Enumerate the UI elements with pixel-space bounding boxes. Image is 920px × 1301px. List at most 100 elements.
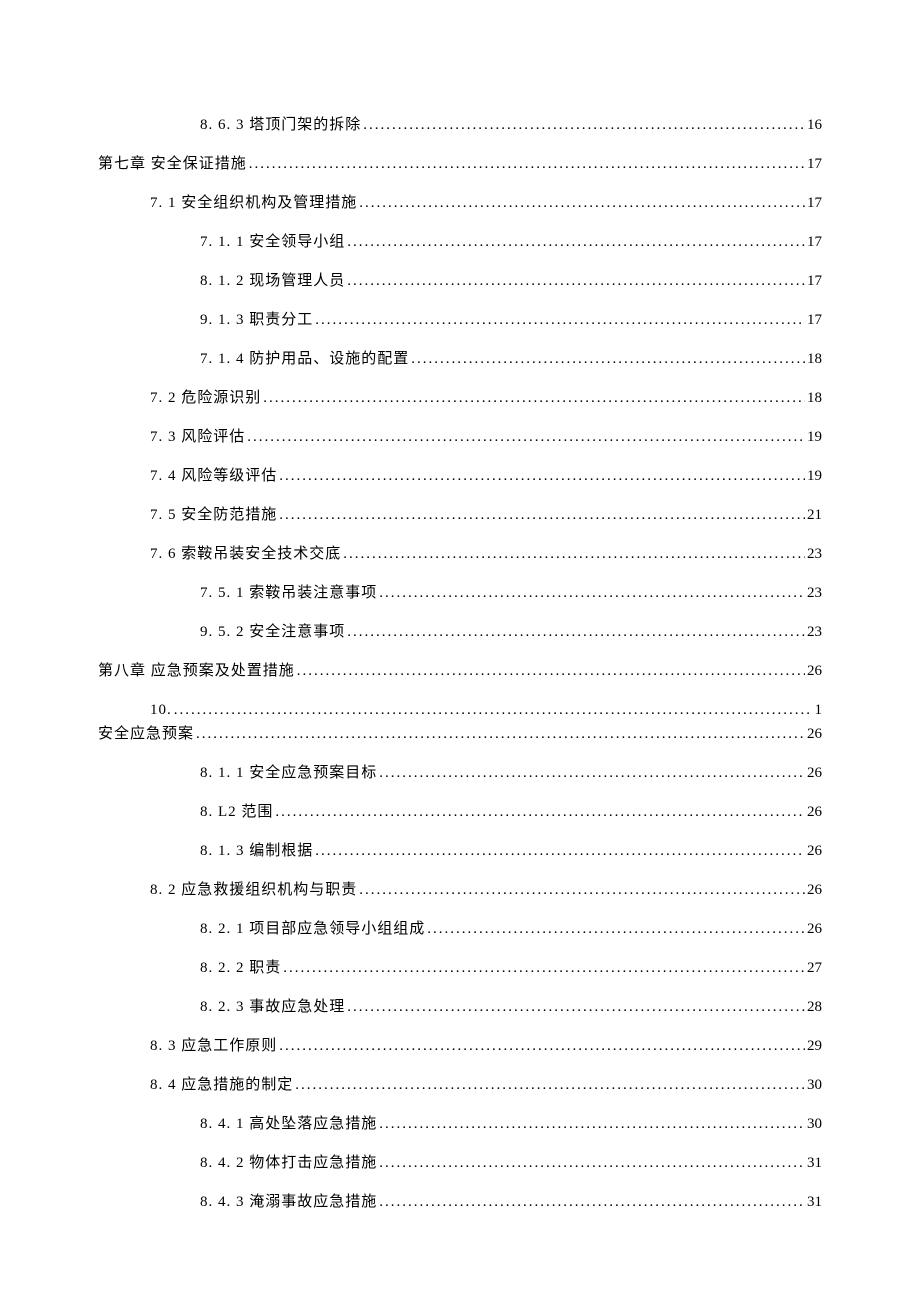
toc-leader	[347, 238, 805, 253]
toc-page-number: 18	[807, 388, 822, 409]
toc-label: 8. 2. 3 事故应急处理	[200, 997, 345, 1018]
toc-page-number: 26	[807, 763, 822, 784]
toc-page-number: 18	[807, 349, 822, 370]
toc-label: 8. 2. 1 项目部应急领导小组组成	[200, 919, 425, 940]
toc-leader	[347, 628, 805, 643]
toc-page-number: 31	[807, 1153, 822, 1174]
toc-page-number: 27	[807, 958, 822, 979]
toc-entry: 8. 3 应急工作原则 29	[98, 1036, 822, 1057]
toc-label: 7. 5. 1 索鞍吊装注意事项	[200, 583, 377, 604]
toc-label: 8. 3 应急工作原则	[150, 1036, 277, 1057]
toc-page-number: 29	[807, 1036, 822, 1057]
toc-entry: 8. 2. 3 事故应急处理 28	[98, 997, 822, 1018]
toc-leader	[379, 1120, 805, 1135]
toc-entry: 7. 1. 1 安全领导小组17	[98, 232, 822, 253]
toc-label: 9. 1. 3 职责分工	[200, 310, 313, 331]
toc-page-number: 17	[807, 271, 822, 292]
toc-label: 8. L2 范围	[200, 802, 273, 823]
toc-leader	[279, 1042, 805, 1057]
toc-entry: 7. 1. 4 防护用品、设施的配置 18	[98, 349, 822, 370]
toc-page-number: 17	[807, 193, 822, 214]
toc-entry: 7. 6 索鞍吊装安全技术交底 23	[98, 544, 822, 565]
toc-leader	[263, 394, 805, 409]
toc-label: 10.	[150, 700, 172, 721]
toc-label: 8. 1. 2 现场管理人员	[200, 271, 345, 292]
toc-entry: 8. 1. 2 现场管理人员 17	[98, 271, 822, 292]
toc-label: 7. 4 风险等级评估	[150, 466, 277, 487]
toc-page-number: 23	[807, 544, 822, 565]
toc-entry: 8. 4. 1 高处坠落应急措施30	[98, 1114, 822, 1135]
toc-label: 7. 1. 4 防护用品、设施的配置	[200, 349, 409, 370]
toc-label: 8. 1. 3 编制根据	[200, 841, 313, 862]
toc-entry: 第七章 安全保证措施17	[98, 154, 822, 175]
toc-entry: 第八章 应急预案及处置措施 26	[98, 661, 822, 682]
toc-leader	[343, 550, 805, 565]
toc-entry: 10.1	[98, 700, 822, 721]
toc-label: 7. 3 风险评估	[150, 427, 245, 448]
toc-entry: 安全应急预案 26	[98, 724, 822, 745]
toc-entry: 8. 1. 3 编制根据 26	[98, 841, 822, 862]
toc-entry: 8. 6. 3 塔顶门架的拆除 16	[98, 115, 822, 136]
toc-label: 7. 6 索鞍吊装安全技术交底	[150, 544, 341, 565]
toc-page-number: 26	[807, 880, 822, 901]
toc-leader	[295, 1081, 805, 1096]
toc-label: 8. 4. 3 淹溺事故应急措施	[200, 1192, 377, 1213]
toc-leader	[315, 847, 805, 862]
toc-label: 7. 5 安全防范措施	[150, 505, 277, 526]
toc-label: 8. 2. 2 职责	[200, 958, 281, 979]
toc-entry: 8. 4. 3 淹溺事故应急措施 31	[98, 1192, 822, 1213]
toc-leader	[379, 769, 805, 784]
toc-page: 8. 6. 3 塔顶门架的拆除 16 第七章 安全保证措施17 7. 1 安全组织机构…	[0, 0, 920, 1301]
toc-label: 8. 1. 1 安全应急预案目标	[200, 763, 377, 784]
toc-page-number: 17	[807, 232, 822, 253]
toc-page-number: 23	[807, 583, 822, 604]
toc-label: 第八章 应急预案及处置措施	[98, 661, 295, 682]
toc-page-number: 26	[807, 724, 822, 745]
toc-leader	[427, 925, 805, 940]
toc-label: 8. 4. 1 高处坠落应急措施	[200, 1114, 377, 1135]
toc-label: 7. 2 危险源识别	[150, 388, 261, 409]
toc-leader	[247, 433, 805, 448]
toc-entry: 8. 2. 1 项目部应急领导小组组成26	[98, 919, 822, 940]
toc-entry: 8. 1. 1 安全应急预案目标 26	[98, 763, 822, 784]
toc-leader	[279, 472, 805, 487]
toc-entry: 8. 4 应急措施的制定30	[98, 1075, 822, 1096]
toc-page-number: 26	[807, 802, 822, 823]
toc-label: 安全应急预案	[98, 724, 194, 745]
toc-entry: 8. L2 范围 26	[98, 802, 822, 823]
toc-page-number: 30	[807, 1075, 822, 1096]
toc-page-number: 26	[807, 661, 822, 682]
toc-page-number: 21	[807, 505, 822, 526]
toc-leader	[249, 160, 805, 175]
toc-leader	[279, 511, 805, 526]
toc-entry: 8. 4. 2 物体打击应急措施 31	[98, 1153, 822, 1174]
toc-entry: 7. 5 安全防范措施 21	[98, 505, 822, 526]
toc-leader	[347, 277, 805, 292]
toc-entry: 7. 2 危险源识别 18	[98, 388, 822, 409]
toc-leader	[283, 964, 805, 979]
toc-leader	[379, 589, 805, 604]
toc-leader	[275, 808, 805, 823]
toc-page-number: 16	[807, 115, 822, 136]
toc-leader	[359, 886, 805, 901]
toc-leader	[363, 121, 805, 136]
toc-leader	[297, 667, 805, 682]
toc-page-number: 28	[807, 997, 822, 1018]
toc-entry: 7. 4 风险等级评估 19	[98, 466, 822, 487]
toc-page-number: 19	[807, 466, 822, 487]
toc-label: 8. 4. 2 物体打击应急措施	[200, 1153, 377, 1174]
toc-page-number: 23	[807, 622, 822, 643]
toc-leader	[359, 199, 805, 214]
toc-entry: 8. 2. 2 职责 27	[98, 958, 822, 979]
toc-page-number: 17	[807, 154, 822, 175]
toc-page-number: 1	[815, 700, 823, 721]
toc-label: 7. 1 安全组织机构及管理措施	[150, 193, 357, 214]
toc-page-number: 31	[807, 1192, 822, 1213]
toc-label: 8. 2 应急救援组织机构与职责	[150, 880, 357, 901]
toc-label: 8. 6. 3 塔顶门架的拆除	[200, 115, 361, 136]
toc-entry: 7. 5. 1 索鞍吊装注意事项 23	[98, 583, 822, 604]
toc-leader	[315, 316, 805, 331]
toc-entry: 8. 2 应急救援组织机构与职责 26	[98, 880, 822, 901]
toc-page-number: 26	[807, 841, 822, 862]
toc-entry: 7. 1 安全组织机构及管理措施 17	[98, 193, 822, 214]
